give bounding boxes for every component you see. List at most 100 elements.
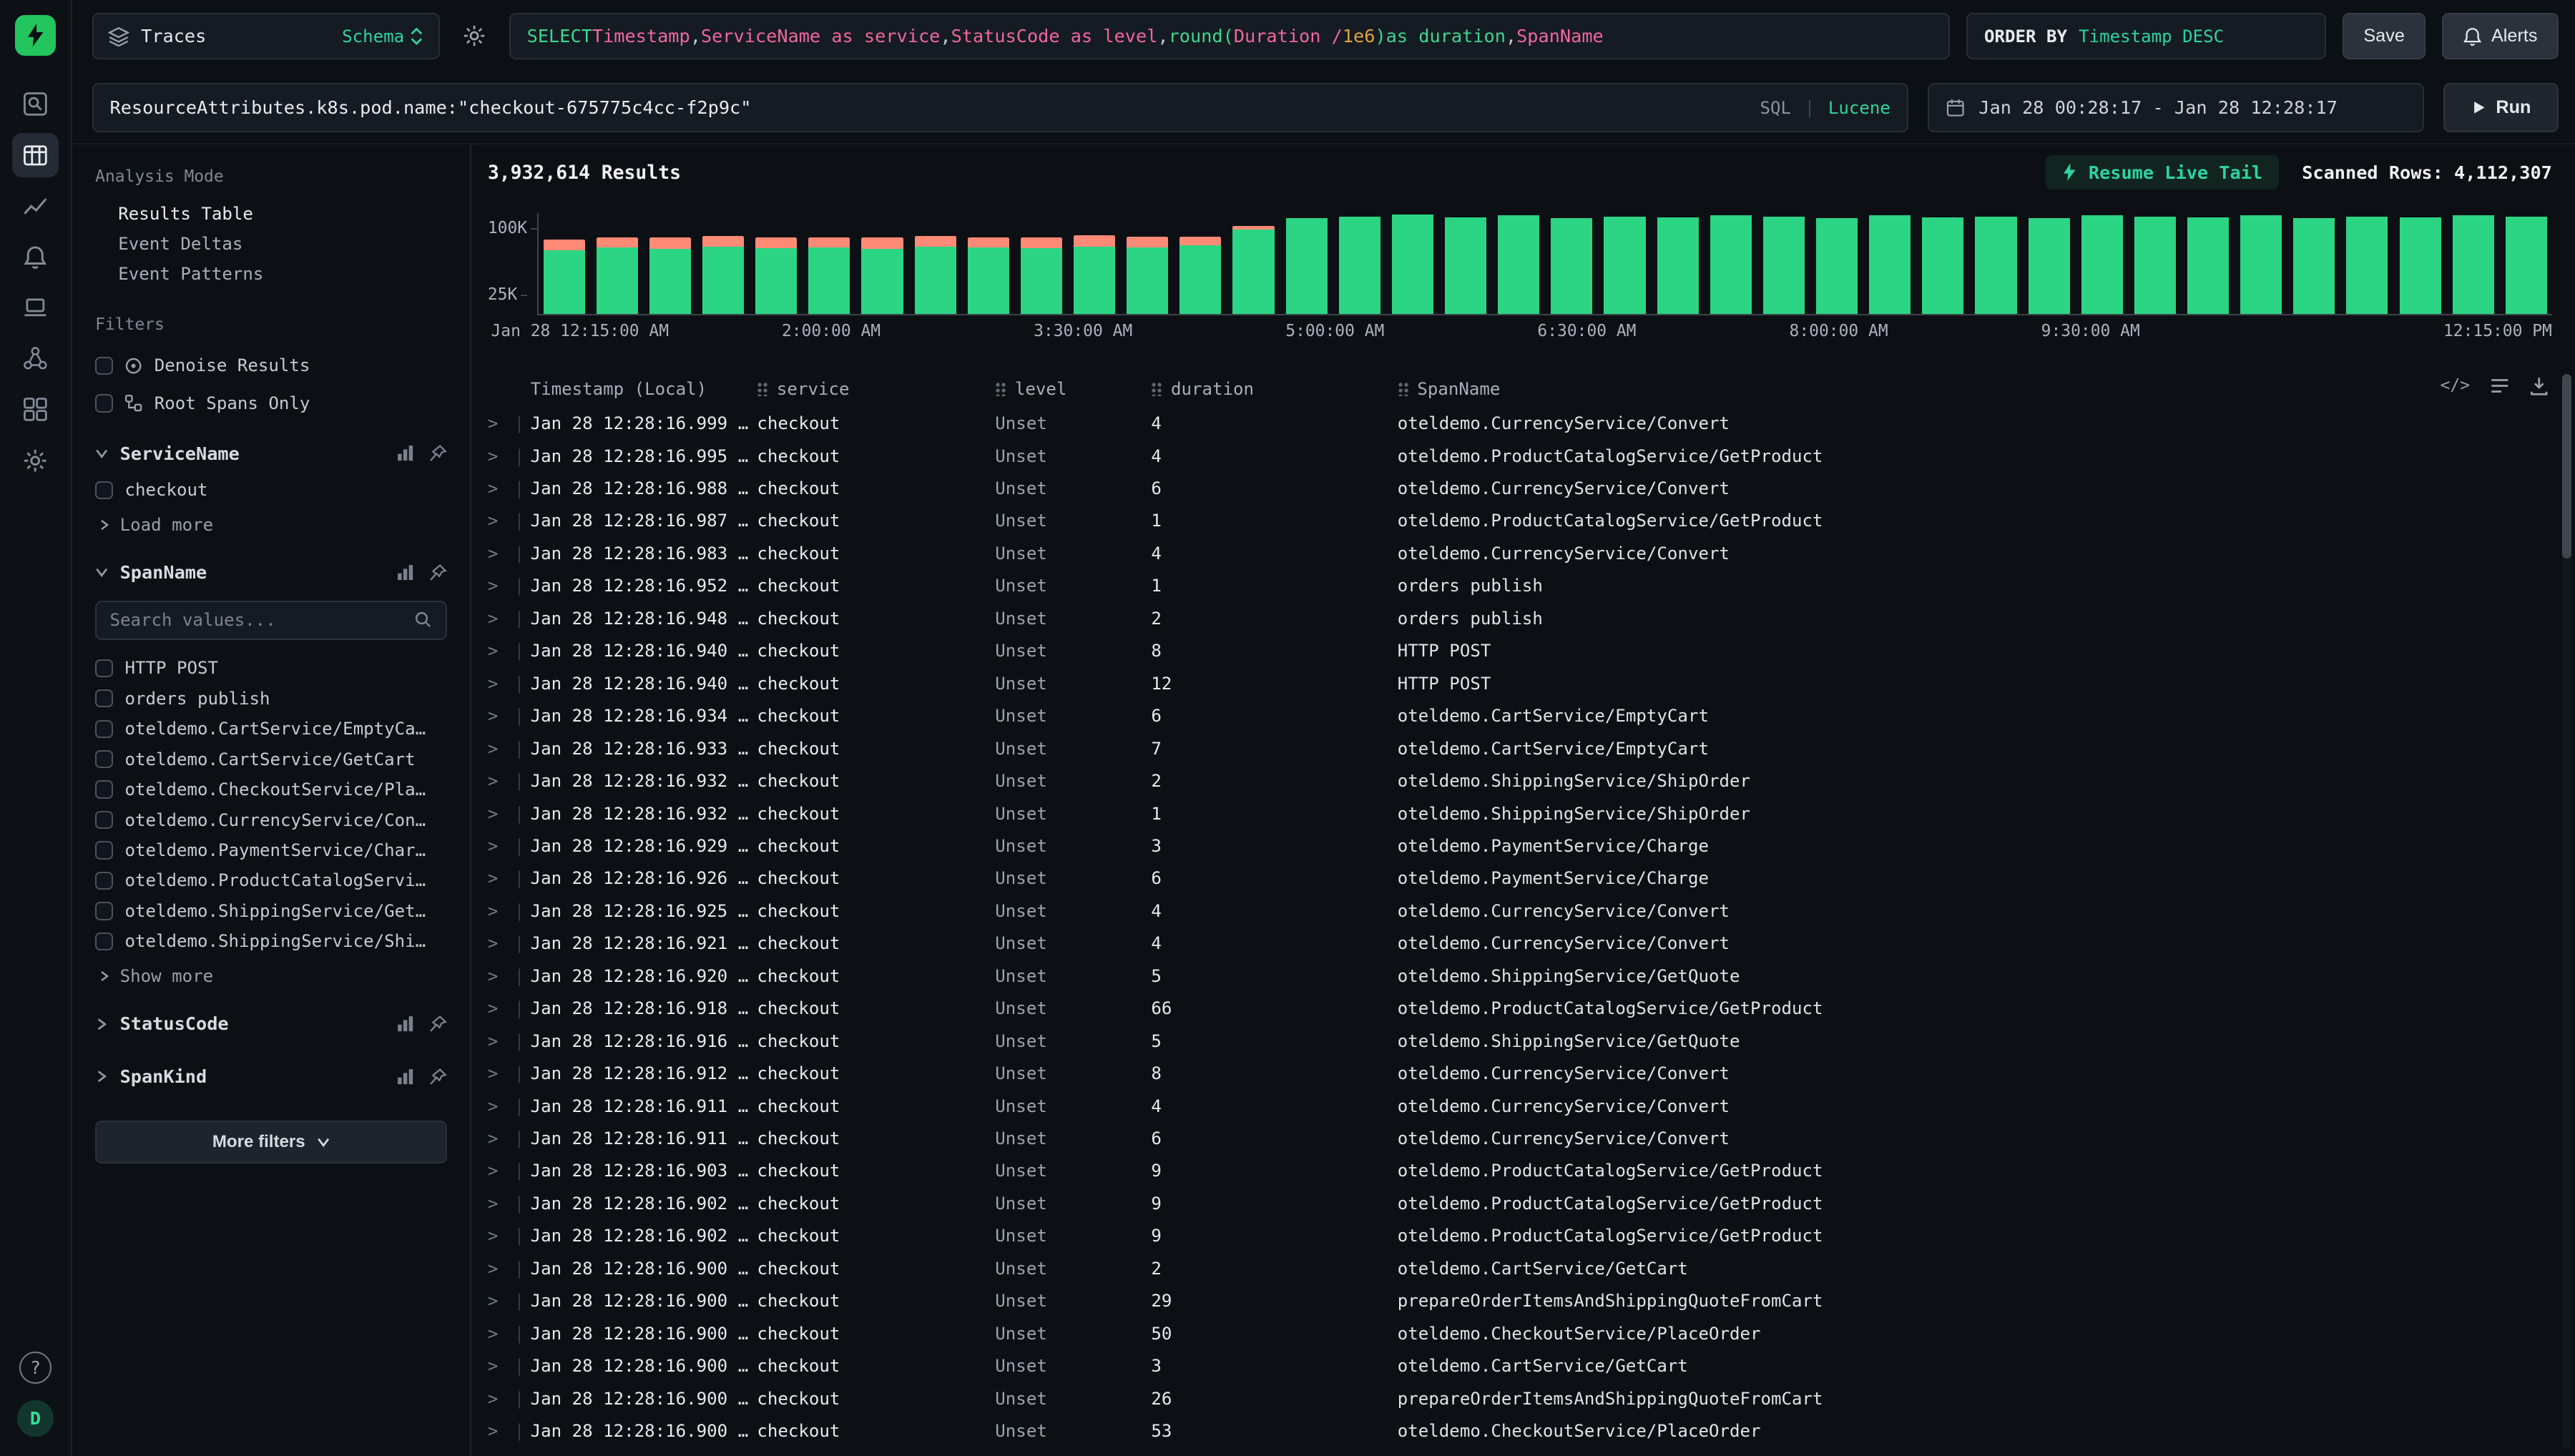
expand-row-icon[interactable]: > [488,998,514,1018]
checkbox[interactable] [95,902,113,920]
expand-row-icon[interactable]: > [488,1128,514,1148]
table-row[interactable]: >|Jan 28 12:28:16.940 PMcheckoutUnset12H… [471,667,2575,699]
sidebar-item-service-map[interactable] [12,337,58,381]
expand-row-icon[interactable]: > [488,771,514,791]
chart-bar[interactable] [1869,215,1911,313]
chart-bar[interactable] [1021,237,1062,313]
table-row[interactable]: >|Jan 28 12:28:16.983 PMcheckoutUnset4ot… [471,537,2575,569]
chart-bar[interactable] [861,237,903,313]
table-row[interactable]: >|Jan 28 12:28:16.929 PMcheckoutUnset3ot… [471,830,2575,862]
checkbox[interactable] [95,872,113,890]
checkbox[interactable] [95,720,113,738]
drag-handle-icon[interactable] [995,382,1006,397]
chart-bar[interactable] [702,236,744,314]
sidebar-item-chart-explorer[interactable] [12,184,58,228]
source-select[interactable]: Traces Schema [92,13,441,59]
checkbox[interactable] [95,811,113,829]
drag-handle-icon[interactable] [757,382,768,397]
filter-value-row[interactable]: checkout [95,475,447,505]
pin-icon[interactable] [429,444,447,462]
table-row[interactable]: >|Jan 28 12:28:16.995 PMcheckoutUnset4ot… [471,440,2575,472]
expand-row-icon[interactable]: > [488,868,514,888]
more-filters-button[interactable]: More filters [95,1121,447,1164]
pin-icon[interactable] [429,1068,447,1086]
filter-value-row[interactable]: HTTP POST [95,653,447,683]
expand-row-icon[interactable]: > [488,1063,514,1083]
chart-bar[interactable] [2081,215,2123,313]
chart-bar[interactable] [597,237,638,313]
analysis-mode-event-patterns[interactable]: Event Patterns [95,259,447,289]
expand-row-icon[interactable]: > [488,413,514,433]
expand-row-icon[interactable]: > [488,1194,514,1214]
table-row[interactable]: >|Jan 28 12:28:16.900 PMcheckoutUnset29p… [471,1285,2575,1317]
wrap-lines-icon[interactable] [2490,378,2510,394]
chart-values-icon[interactable] [396,1015,414,1033]
section-spanname[interactable]: SpanName [95,551,447,594]
table-row[interactable]: >|Jan 28 12:28:16.948 PMcheckoutUnset2or… [471,602,2575,634]
chart-values-icon[interactable] [396,564,414,581]
expand-row-icon[interactable]: > [488,1324,514,1344]
chart-bar[interactable] [649,237,691,313]
sidebar-item-traces-table[interactable] [12,133,58,177]
sidebar-item-search[interactable] [12,82,58,127]
app-logo[interactable] [15,15,56,56]
order-by-input[interactable]: ORDER BY Timestamp DESC [1966,13,2326,59]
table-row[interactable]: >|Jan 28 12:28:16.902 PMcheckoutUnset9ot… [471,1220,2575,1252]
filter-value-row[interactable]: oteldemo.ShippingService/Shi… [95,926,447,956]
search-query-input[interactable] [110,97,1747,118]
show-more-button[interactable]: Show more [99,960,447,993]
expand-row-icon[interactable]: > [488,511,514,531]
table-row[interactable]: >|Jan 28 12:28:16.987 PMcheckoutUnset1ot… [471,505,2575,537]
table-row[interactable]: >|Jan 28 12:28:16.940 PMcheckoutUnset8HT… [471,635,2575,667]
save-button[interactable]: Save [2343,13,2426,59]
chart-bar[interactable] [1498,215,1539,313]
table-row[interactable]: >|Jan 28 12:28:16.912 PMcheckoutUnset8ot… [471,1057,2575,1089]
expand-row-icon[interactable]: > [488,543,514,564]
table-row[interactable]: >|Jan 28 12:28:16.900 PMcheckoutUnset3ot… [471,1349,2575,1382]
drag-handle-icon[interactable] [1398,382,1409,397]
column-service[interactable]: service [757,379,995,399]
analysis-mode-results-table[interactable]: Results Table [95,200,447,230]
table-row[interactable]: >|Jan 28 12:28:16.903 PMcheckoutUnset9ot… [471,1155,2575,1187]
alerts-button[interactable]: Alerts [2442,13,2559,59]
filter-value-row[interactable]: oteldemo.PaymentService/Char… [95,835,447,865]
expand-row-icon[interactable]: > [488,1096,514,1116]
column-level[interactable]: level [995,379,1151,399]
chart-bar[interactable] [1763,217,1805,314]
table-row[interactable]: >|Jan 28 12:28:16.902 PMcheckoutUnset9ot… [471,1187,2575,1219]
checkbox[interactable] [95,750,113,768]
filter-value-row[interactable]: oteldemo.CartService/GetCart [95,744,447,774]
chart-values-icon[interactable] [396,1068,414,1086]
expand-row-icon[interactable]: > [488,966,514,986]
checkbox[interactable] [95,357,113,375]
expand-row-icon[interactable]: > [488,836,514,856]
table-row[interactable]: >|Jan 28 12:28:16.900 PMcheckoutUnset53o… [471,1415,2575,1447]
table-row[interactable]: >|Jan 28 12:28:16.911 PMcheckoutUnset6ot… [471,1122,2575,1154]
code-icon[interactable]: </> [2441,376,2470,395]
section-statuscode[interactable]: StatusCode [95,1003,447,1046]
chart-bar[interactable] [808,237,850,313]
chart-bar[interactable] [1551,218,1592,314]
expand-row-icon[interactable]: > [488,1031,514,1051]
filter-root-spans-only[interactable]: Root Spans Only [95,385,447,423]
date-range-picker[interactable]: Jan 28 00:28:17 - Jan 28 12:28:17 [1928,83,2423,132]
table-row[interactable]: >|Jan 28 12:28:16.900 PMcheckoutUnset2ot… [471,1252,2575,1284]
sidebar-item-settings[interactable] [12,438,58,483]
sidebar-item-alerts[interactable] [12,235,58,279]
column-duration[interactable]: duration [1151,379,1397,399]
chart-bar[interactable] [1127,237,1168,314]
chart-bar[interactable] [2293,218,2335,314]
expand-row-icon[interactable]: > [488,576,514,596]
chart-bar[interactable] [1657,217,1699,314]
chart-bar[interactable] [2400,217,2441,314]
expand-row-icon[interactable]: > [488,1226,514,1246]
chart-bar[interactable] [1074,235,1115,314]
column-timestamp[interactable]: Timestamp (Local) [531,379,757,399]
load-more-button[interactable]: Load more [99,508,447,541]
filter-search-input[interactable] [110,610,415,630]
expand-row-icon[interactable]: > [488,1291,514,1311]
checkbox[interactable] [95,481,113,499]
avatar[interactable]: D [17,1400,54,1437]
download-icon[interactable] [2529,376,2549,396]
section-spankind[interactable]: SpanKind [95,1055,447,1098]
